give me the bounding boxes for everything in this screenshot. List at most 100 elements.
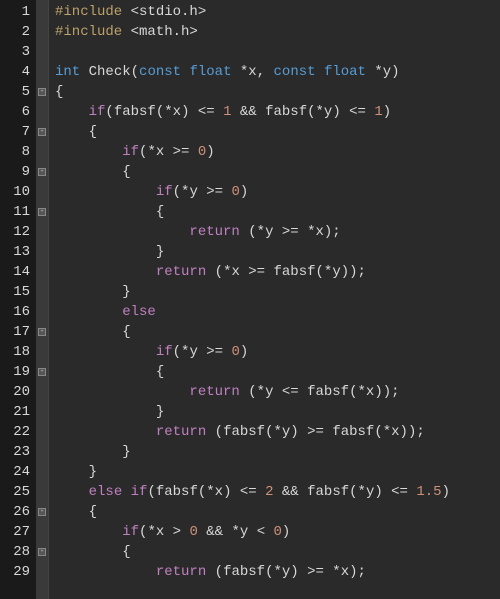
- fold-cell: [36, 182, 48, 202]
- token-fn: fabsf: [156, 484, 198, 500]
- code-line[interactable]: if(*y >= 0): [55, 182, 500, 202]
- token-op: <=: [231, 484, 265, 500]
- token-punc: ): [282, 524, 290, 540]
- code-line[interactable]: {: [55, 122, 500, 142]
- token-num: 0: [189, 524, 197, 540]
- token-fn: fabsf: [265, 104, 307, 120]
- fold-cell[interactable]: -: [36, 202, 48, 222]
- token-id: x: [215, 484, 223, 500]
- token-fn: fabsf: [307, 384, 349, 400]
- line-number: 21: [2, 402, 30, 422]
- token-op: *: [206, 484, 214, 500]
- fold-cell[interactable]: -: [36, 122, 48, 142]
- token-ctrl: return: [156, 264, 206, 280]
- code-line[interactable]: {: [55, 362, 500, 382]
- token-num: 2: [265, 484, 273, 500]
- code-line[interactable]: return (*x >= fabsf(*y));: [55, 262, 500, 282]
- token-ctrl: if: [131, 484, 148, 500]
- fold-cell[interactable]: -: [36, 162, 48, 182]
- fold-cell: [36, 42, 48, 62]
- fold-cell[interactable]: -: [36, 502, 48, 522]
- code-line[interactable]: #include <math.h>: [55, 22, 500, 42]
- token-op: [240, 224, 248, 240]
- code-line[interactable]: #include <stdio.h>: [55, 2, 500, 22]
- code-editor[interactable]: 1234567891011121314151617181920212223242…: [0, 0, 500, 599]
- fold-toggle-icon[interactable]: -: [38, 328, 46, 336]
- fold-toggle-icon[interactable]: -: [38, 548, 46, 556]
- fold-cell: [36, 242, 48, 262]
- fold-cell[interactable]: -: [36, 82, 48, 102]
- code-line[interactable]: {: [55, 502, 500, 522]
- code-line[interactable]: {: [55, 322, 500, 342]
- token-num: 1.5: [416, 484, 441, 500]
- fold-cell: [36, 2, 48, 22]
- fold-cell[interactable]: -: [36, 542, 48, 562]
- code-line[interactable]: if(fabsf(*x) <= 1 && fabsf(*y) <= 1): [55, 102, 500, 122]
- fold-cell[interactable]: -: [36, 322, 48, 342]
- fold-toggle-icon[interactable]: -: [38, 128, 46, 136]
- code-line[interactable]: }: [55, 442, 500, 462]
- code-line[interactable]: {: [55, 542, 500, 562]
- fold-toggle-icon[interactable]: -: [38, 168, 46, 176]
- code-line[interactable]: if(*x > 0 && *y < 0): [55, 522, 500, 542]
- token-op: >=: [240, 264, 274, 280]
- code-line[interactable]: {: [55, 162, 500, 182]
- token-num: 0: [231, 344, 239, 360]
- code-line[interactable]: if(*y >= 0): [55, 342, 500, 362]
- token-op: && *: [198, 524, 240, 540]
- token-op: [80, 64, 88, 80]
- fold-cell: [36, 342, 48, 362]
- code-line[interactable]: else: [55, 302, 500, 322]
- code-line[interactable]: [55, 42, 500, 62]
- code-line[interactable]: {: [55, 202, 500, 222]
- token-op: <: [248, 524, 273, 540]
- code-line[interactable]: return (*y <= fabsf(*x));: [55, 382, 500, 402]
- token-fn: fabsf: [307, 484, 349, 500]
- fold-toggle-icon[interactable]: -: [38, 508, 46, 516]
- code-line[interactable]: int Check(const float *x, const float *y…: [55, 62, 500, 82]
- token-op: *: [366, 64, 383, 80]
- token-op: >=: [198, 184, 232, 200]
- code-line[interactable]: {: [55, 82, 500, 102]
- fold-toggle-icon[interactable]: -: [38, 368, 46, 376]
- line-number: 9: [2, 162, 30, 182]
- token-punc: (: [131, 64, 139, 80]
- token-punc: ): [240, 344, 248, 360]
- fold-cell[interactable]: -: [36, 362, 48, 382]
- line-number: 18: [2, 342, 30, 362]
- fold-toggle-icon[interactable]: -: [38, 88, 46, 96]
- token-op: [55, 124, 89, 140]
- fold-cell: [36, 102, 48, 122]
- line-number: 6: [2, 102, 30, 122]
- code-line[interactable]: }: [55, 402, 500, 422]
- token-op: *: [164, 104, 172, 120]
- code-line[interactable]: }: [55, 462, 500, 482]
- token-pre: #include: [55, 4, 122, 20]
- token-num: 0: [231, 184, 239, 200]
- code-line[interactable]: return (*y >= *x);: [55, 222, 500, 242]
- token-kw: const: [274, 64, 316, 80]
- fold-toggle-icon[interactable]: -: [38, 208, 46, 216]
- code-line[interactable]: return (fabsf(*y) >= *x);: [55, 562, 500, 582]
- token-op: >=: [164, 144, 198, 160]
- code-line[interactable]: }: [55, 242, 500, 262]
- code-line[interactable]: }: [55, 282, 500, 302]
- token-id: x: [156, 144, 164, 160]
- token-punc: (: [307, 104, 315, 120]
- code-area[interactable]: #include <stdio.h>#include <math.h>int C…: [48, 0, 500, 599]
- token-ctrl: return: [189, 224, 239, 240]
- token-punc: ): [391, 64, 399, 80]
- token-fn: fabsf: [273, 264, 315, 280]
- line-number: 25: [2, 482, 30, 502]
- token-fn: fabsf: [114, 104, 156, 120]
- line-number: 16: [2, 302, 30, 322]
- code-line[interactable]: else if(fabsf(*x) <= 2 && fabsf(*y) <= 1…: [55, 482, 500, 502]
- code-line[interactable]: if(*x >= 0): [55, 142, 500, 162]
- token-op: [206, 424, 214, 440]
- token-num: 1: [374, 104, 382, 120]
- code-line[interactable]: return (fabsf(*y) >= fabsf(*x));: [55, 422, 500, 442]
- token-id: x: [156, 524, 164, 540]
- token-op: [55, 484, 89, 500]
- token-op: *: [273, 564, 281, 580]
- token-op: *: [147, 144, 155, 160]
